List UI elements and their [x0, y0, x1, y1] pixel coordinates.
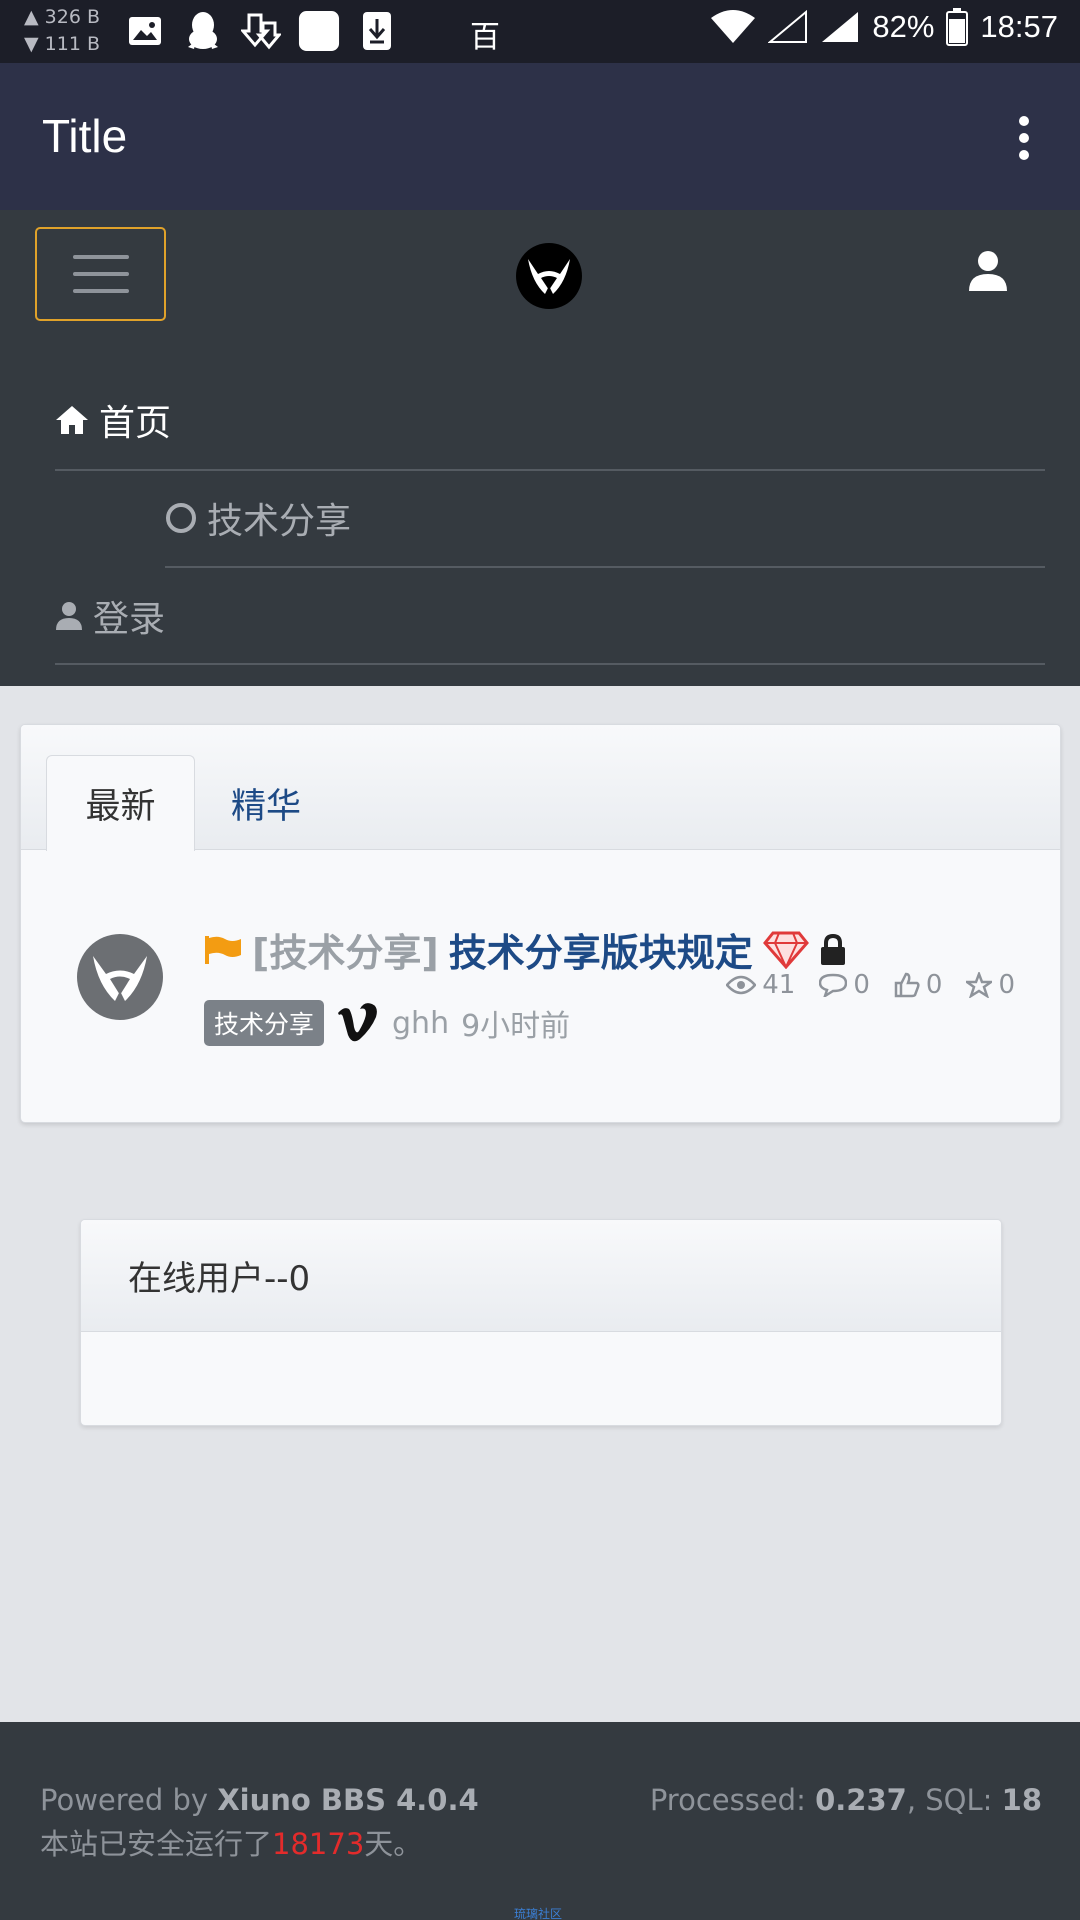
- battery-icon: [946, 8, 969, 46]
- nav-divider: [55, 663, 1045, 665]
- nav-item-home[interactable]: 首页: [55, 394, 171, 446]
- nav-divider: [165, 566, 1045, 568]
- diamond-icon: [762, 931, 809, 969]
- card-header: 最新 精华: [21, 725, 1060, 851]
- hamburger-line: [72, 289, 129, 293]
- views-stat: 41: [726, 970, 795, 1000]
- post-time: 9小时前: [461, 1009, 571, 1044]
- powered-prefix: Powered by: [40, 1783, 218, 1817]
- blank-app-icon: [298, 10, 340, 52]
- avatar[interactable]: [76, 933, 164, 1021]
- thread-list-card: 最新 精华 [技术分享] 技术分享版块规定 技术分享 ghh 9小时前 41 0…: [20, 724, 1061, 1123]
- likes-stat: 0: [894, 970, 943, 1000]
- notification-icons: [124, 10, 398, 52]
- run-days: 18173: [272, 1827, 365, 1861]
- nav-login-label: 登录: [93, 599, 166, 640]
- more-options-icon[interactable]: [1004, 115, 1044, 161]
- menu-toggle-button[interactable]: [35, 227, 166, 321]
- user-icon: [56, 602, 82, 630]
- nav-item-tech-share[interactable]: 技术分享: [165, 492, 351, 544]
- image-icon: [124, 10, 166, 52]
- run-prefix: 本站已安全运行了: [40, 1827, 273, 1861]
- sql-label: , SQL:: [906, 1783, 1002, 1817]
- flag-icon: [205, 935, 241, 964]
- qq-icon: [182, 10, 224, 52]
- processed-value: 0.237: [815, 1783, 907, 1817]
- forum-tag-badge[interactable]: 技术分享: [204, 1000, 325, 1046]
- comments-stat: 0: [819, 970, 870, 1000]
- nav-divider: [55, 469, 1045, 471]
- user-icon[interactable]: [968, 250, 1012, 296]
- nav-tech-label: 技术分享: [207, 501, 352, 542]
- download-icon: [240, 10, 282, 52]
- run-suffix: 天。: [364, 1827, 423, 1861]
- hamburger-line: [72, 255, 129, 259]
- thread-subject-link[interactable]: 技术分享版块规定: [449, 922, 753, 977]
- comment-icon: [819, 973, 848, 997]
- thread-item[interactable]: [技术分享] 技术分享版块规定 技术分享 ghh 9小时前 41 0 0 0: [21, 850, 1060, 1122]
- thumbs-up-icon: [894, 972, 920, 998]
- status-right: 82% 18:57: [710, 8, 1058, 46]
- signal-icon: [768, 10, 808, 43]
- star-icon: [966, 972, 993, 998]
- signal-icon: [822, 12, 859, 42]
- upload-speed: ▲ 326 B: [24, 6, 100, 28]
- app-title: Title: [42, 110, 128, 162]
- tab-digest[interactable]: 精华: [211, 755, 321, 851]
- powered-link[interactable]: Xiuno BBS 4.0.4: [217, 1783, 478, 1817]
- install-icon: [356, 10, 398, 52]
- thread-meta: 技术分享 ghh 9小时前: [204, 1000, 570, 1046]
- status-bar: ▲ 326 B ▼ 111 B 百 82% 18:57: [0, 0, 1080, 63]
- online-users-card: 在线用户--0: [80, 1219, 1002, 1426]
- hamburger-line: [72, 272, 129, 276]
- network-speed: ▲ 326 B ▼ 111 B: [24, 4, 100, 58]
- thread-stats: 41 0 0 0: [726, 970, 1015, 1000]
- nav-home-label: 首页: [99, 403, 172, 444]
- vimeo-icon: [338, 1003, 377, 1042]
- thread-forum-link[interactable]: [技术分享]: [252, 922, 439, 977]
- footer-powered: Powered by Xiuno BBS 4.0.4 本站已安全运行了18173…: [40, 1778, 500, 1866]
- author-name[interactable]: ghh: [392, 1006, 449, 1041]
- eye-icon: [726, 975, 757, 995]
- likes-count: 0: [925, 970, 943, 1000]
- home-icon: [56, 406, 88, 434]
- favorites-stat: 0: [966, 970, 1015, 1000]
- battery-percent: 82%: [872, 9, 935, 44]
- processed-label: Processed:: [649, 1783, 816, 1817]
- lock-icon: [820, 933, 845, 965]
- status-center-text: 百: [470, 20, 500, 55]
- clock: 18:57: [980, 9, 1058, 44]
- thread-title[interactable]: [技术分享] 技术分享版块规定: [204, 922, 847, 977]
- comments-count: 0: [853, 970, 870, 1000]
- app-bar: Title: [0, 63, 1080, 210]
- favorites-count: 0: [998, 970, 1015, 1000]
- sql-value: 18: [1001, 1783, 1042, 1817]
- tab-latest[interactable]: 最新: [46, 755, 195, 851]
- download-speed: ▼ 111 B: [24, 33, 100, 55]
- nav-item-login[interactable]: 登录: [55, 590, 165, 642]
- navbar: 首页 技术分享 登录: [0, 210, 1080, 686]
- site-logo[interactable]: [515, 242, 583, 310]
- footer: Powered by Xiuno BBS 4.0.4 本站已安全运行了18173…: [0, 1722, 1080, 1920]
- circle-icon: [166, 503, 196, 533]
- footer-processed: Processed: 0.237, SQL: 18: [650, 1778, 1042, 1822]
- online-users-title: 在线用户--0: [81, 1220, 1001, 1332]
- footer-tiny-link[interactable]: 琉璃社区: [514, 1905, 562, 1920]
- views-count: 41: [762, 970, 796, 1000]
- wifi-icon: [711, 10, 756, 43]
